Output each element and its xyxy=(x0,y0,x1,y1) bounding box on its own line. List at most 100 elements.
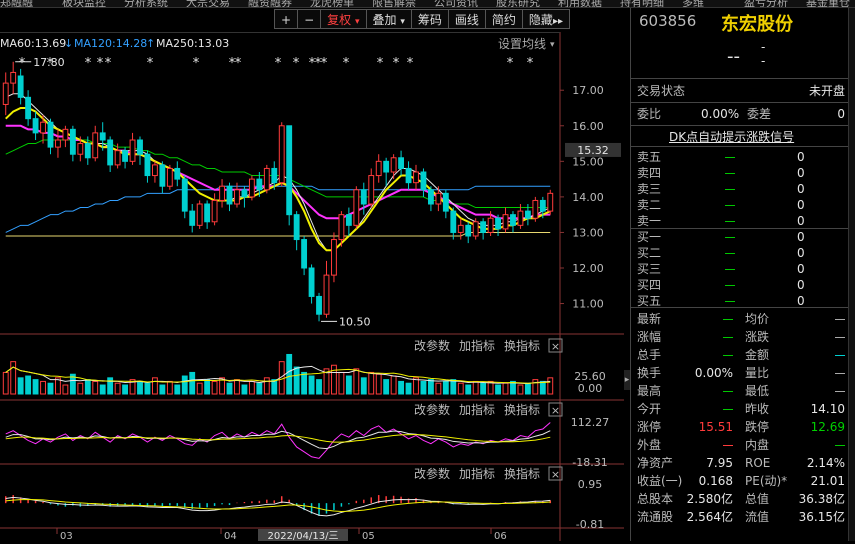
volume-bar xyxy=(524,382,531,395)
bid-label: 买二 xyxy=(637,246,662,260)
ask-label: 卖四 xyxy=(637,166,662,180)
ask-row[interactable]: 卖一 0 xyxy=(637,213,845,229)
volume-bar xyxy=(32,379,39,395)
quote-label: 涨幅 xyxy=(637,330,662,344)
volume-bar xyxy=(107,377,114,395)
ma250-legend: MA250:13.03 xyxy=(156,37,229,50)
volume-bar xyxy=(84,379,91,395)
diejia-dropdown[interactable]: 叠加 ▾ xyxy=(365,9,412,29)
bid-row[interactable]: 买二 0 xyxy=(637,245,845,261)
top-tab-7[interactable]: 公司资讯 xyxy=(434,0,478,7)
ask-row[interactable]: 卖三 0 xyxy=(637,181,845,197)
signal-star-icon: * xyxy=(97,56,104,71)
candle-body xyxy=(286,125,293,216)
ask-row[interactable]: 卖五 0 xyxy=(637,149,845,165)
add-indicator-button[interactable]: 加指标 xyxy=(459,466,495,481)
volume-bar xyxy=(17,377,24,395)
bid-row[interactable]: 买四 0 xyxy=(637,277,845,293)
weibi-value: 0.00% xyxy=(701,107,740,121)
top-tab-6[interactable]: 限售解禁 xyxy=(372,0,416,7)
switch-indicator-button[interactable]: 换指标 xyxy=(504,402,540,417)
kline-chart-svg[interactable]: MA60:13.69↓ MA120:14.28↑ MA250:13.03 设置均线 ▾ *… xyxy=(0,32,624,542)
quote-value: 15.51 xyxy=(698,420,733,434)
candle-body xyxy=(10,71,17,84)
zoom-in-button[interactable]: + xyxy=(274,9,299,29)
top-tab-13[interactable]: 基金重仓 xyxy=(806,0,850,7)
price-tick-label: 17.00 xyxy=(572,84,604,97)
quote-label: 涨跌 xyxy=(745,330,770,344)
candle-body xyxy=(353,189,360,226)
quote-value: 7.95 xyxy=(706,456,733,470)
volume-bar xyxy=(25,375,32,395)
change-params-button[interactable]: 改参数 xyxy=(414,402,450,417)
fuquan-dropdown[interactable]: 复权 ▾ xyxy=(320,9,367,29)
quote-label: 外盘 xyxy=(637,438,662,452)
top-tab-8[interactable]: 股东研究 xyxy=(496,0,540,7)
top-tab-3[interactable]: 大宗交易 xyxy=(186,0,230,7)
yincang-button[interactable]: 隐藏▸▸ xyxy=(521,9,570,29)
add-indicator-button[interactable]: 加指标 xyxy=(459,402,495,417)
candle-body xyxy=(316,295,322,315)
candle-body xyxy=(547,192,554,212)
quote-row: 换手 0.00% 量比 xyxy=(637,364,845,382)
candle-body xyxy=(55,139,61,148)
date-label: 06 xyxy=(494,531,507,541)
signal-star-icon: * xyxy=(19,56,26,71)
zoom-out-button[interactable]: − xyxy=(297,9,322,29)
bid-qty: 0 xyxy=(797,278,805,292)
macd-dif-line xyxy=(5,496,551,517)
quote-row: 涨停 15.51 跌停 12.69 xyxy=(637,418,845,436)
change-params-button[interactable]: 改参数 xyxy=(414,338,450,353)
candle-body xyxy=(84,143,91,159)
huaxian-button[interactable]: 画线 xyxy=(447,9,486,29)
price-placeholder xyxy=(725,261,735,277)
quote-value xyxy=(835,310,845,328)
volume-bar xyxy=(472,380,479,395)
crosshair-date-label: 2022/04/13/三 xyxy=(267,531,338,541)
quote-value xyxy=(835,364,845,382)
candle-body xyxy=(129,139,136,162)
quote-label: ROE xyxy=(745,456,771,470)
jianyue-button[interactable]: 简约 xyxy=(484,9,523,29)
ask-row[interactable]: 卖二 0 xyxy=(637,197,845,213)
candle-body xyxy=(234,189,240,205)
top-tab-5[interactable]: 龙虎榜单 xyxy=(310,0,354,7)
ask-label: 卖五 xyxy=(637,150,662,164)
quote-label: 涨停 xyxy=(637,420,662,434)
quote-details: 最新 均价 涨幅 涨跌 总手 金额 换手 0.00% 量比 最高 最低 今开 昨收 14.10 涨停 15.5… xyxy=(631,310,849,540)
add-indicator-button[interactable]: 加指标 xyxy=(459,338,495,353)
ask-row[interactable]: 卖四 0 xyxy=(637,165,845,181)
volume-bar xyxy=(40,380,46,395)
candle-body xyxy=(323,274,330,315)
quote-value xyxy=(723,310,733,328)
top-tab-0[interactable]: 郑融融 xyxy=(0,0,33,7)
top-tab-9[interactable]: 利用数据 xyxy=(558,0,602,7)
dk-signal-link[interactable]: DK点自动提示涨跌信号 xyxy=(669,128,794,145)
bid-row[interactable]: 买三 0 xyxy=(637,261,845,277)
volume-bar xyxy=(517,384,524,395)
top-tab-11[interactable]: 多维 xyxy=(682,0,704,7)
volume-bar xyxy=(166,380,173,395)
quote-label: 金额 xyxy=(745,348,770,362)
signal-star-icon: * xyxy=(527,56,534,71)
price-tick-label: 16.00 xyxy=(572,120,604,133)
top-tab-2[interactable]: 分析系统 xyxy=(124,0,168,7)
quote-row: 外盘 内盘 xyxy=(637,436,845,454)
top-tab-4[interactable]: 融资融券 xyxy=(248,0,292,7)
volume-bar xyxy=(151,377,158,395)
top-tab-12[interactable]: 盈亏分析 xyxy=(744,0,788,7)
chouma-button[interactable]: 筹码 xyxy=(410,9,449,29)
quote-label: 跌停 xyxy=(745,420,770,434)
switch-indicator-button[interactable]: 换指标 xyxy=(504,466,540,481)
kline-chart-area[interactable]: MA60:13.69 ↓ MA120:14.28 ↑ MA250:13.03 设置均线 ▾ *… xyxy=(0,32,624,542)
top-tab-1[interactable]: 板块监控 xyxy=(62,0,106,7)
top-tab-10[interactable]: 持有明细 xyxy=(620,0,664,7)
change-params-button[interactable]: 改参数 xyxy=(414,466,450,481)
date-label: 03 xyxy=(60,531,73,541)
candle-body xyxy=(219,185,225,201)
candle-body xyxy=(114,150,121,166)
set-ma-link[interactable]: 设置均线 xyxy=(498,37,546,51)
bid-row[interactable]: 买一 0 xyxy=(637,229,845,245)
weicha-label: 委差 xyxy=(747,107,772,121)
switch-indicator-button[interactable]: 换指标 xyxy=(504,338,540,353)
